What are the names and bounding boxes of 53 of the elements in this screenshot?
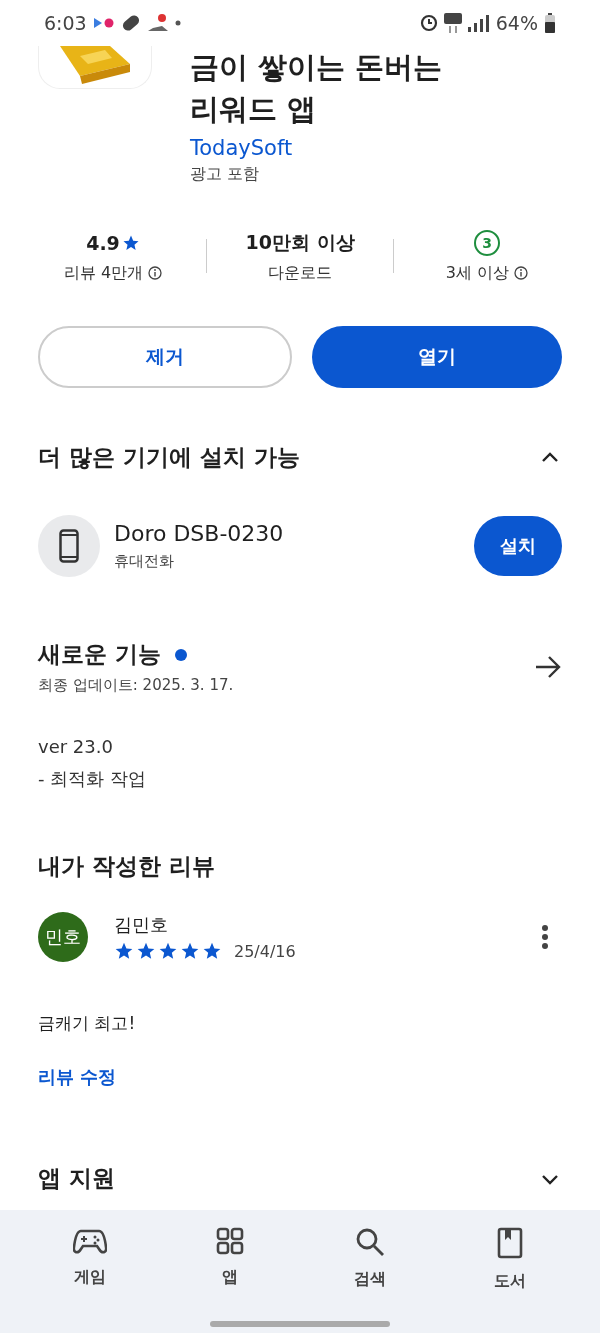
reviewer-name: 김민호 — [114, 913, 169, 937]
info-icon[interactable] — [148, 266, 163, 280]
dot-icon — [174, 20, 181, 26]
section-title: 더 많은 기기에 설치 가능 — [38, 443, 301, 472]
star-icon — [136, 941, 156, 961]
nav-tab[interactable]: 게임 — [20, 1226, 160, 1293]
stat-label: 3세 이상 — [445, 262, 510, 284]
update-date: 최종 업데이트: 2025. 3. 17. — [38, 676, 234, 695]
star-icon — [114, 941, 134, 961]
star-icon — [202, 941, 222, 961]
book-icon — [497, 1227, 523, 1259]
section-title: 새로운 기능 — [38, 640, 161, 669]
app-title: 금이 쌓이는 돈버는 — [190, 49, 443, 86]
developer-link[interactable]: TodaySoft — [190, 136, 443, 160]
nav-tab[interactable]: 앱 — [160, 1226, 300, 1293]
release-note: ver 23.0 — [38, 735, 114, 759]
user-avatar: 민호 — [38, 912, 88, 962]
status-time: 6:03 — [44, 12, 87, 34]
review-text: 금캐기 최고! — [37, 1012, 137, 1035]
install-button[interactable]: 설치 — [474, 516, 562, 576]
star-icon — [158, 941, 178, 961]
nav-tab[interactable]: 검색 — [300, 1226, 440, 1293]
more-icon[interactable] — [540, 924, 550, 950]
age-rating-badge: 3 — [474, 229, 500, 256]
map-pin-icon — [146, 13, 169, 33]
signal-icon — [467, 14, 490, 32]
open-button[interactable]: 열기 — [312, 326, 562, 388]
device-type: 휴대전화 — [114, 552, 175, 571]
section-title: 앱 지원 — [38, 1164, 115, 1193]
device-name: Doro DSB-0230 — [114, 521, 285, 546]
uninstall-button[interactable]: 제거 — [38, 326, 292, 388]
ads-note: 광고 포함 — [190, 164, 261, 185]
app-notification-icon — [92, 17, 115, 29]
star-icon — [180, 941, 200, 961]
release-note: - 최적화 작업 — [38, 767, 147, 791]
arrow-right-icon[interactable] — [534, 655, 562, 679]
edit-review-link[interactable]: 리뷰 수정 — [0, 1035, 155, 1089]
info-icon[interactable] — [514, 266, 529, 280]
battery-percent: 64% — [495, 12, 538, 34]
network-icon — [443, 13, 462, 33]
alarm-icon — [419, 14, 438, 32]
stat-label: 리뷰 4만개 — [63, 262, 144, 284]
stat-value: 10만회 이상 — [245, 229, 355, 255]
nav-tab[interactable]: 도서 — [440, 1226, 580, 1293]
apps-icon — [216, 1227, 244, 1255]
review-date: 25/4/16 — [234, 941, 296, 961]
battery-icon — [544, 13, 556, 33]
gamepad-icon — [73, 1227, 107, 1255]
app-title: 리워드 앱 — [190, 91, 318, 128]
stat-label: 다운로드 — [268, 262, 332, 284]
section-title: 내가 작성한 리뷰 — [38, 853, 215, 879]
stat-value: 4.9 — [86, 231, 120, 254]
search-icon — [355, 1227, 385, 1257]
